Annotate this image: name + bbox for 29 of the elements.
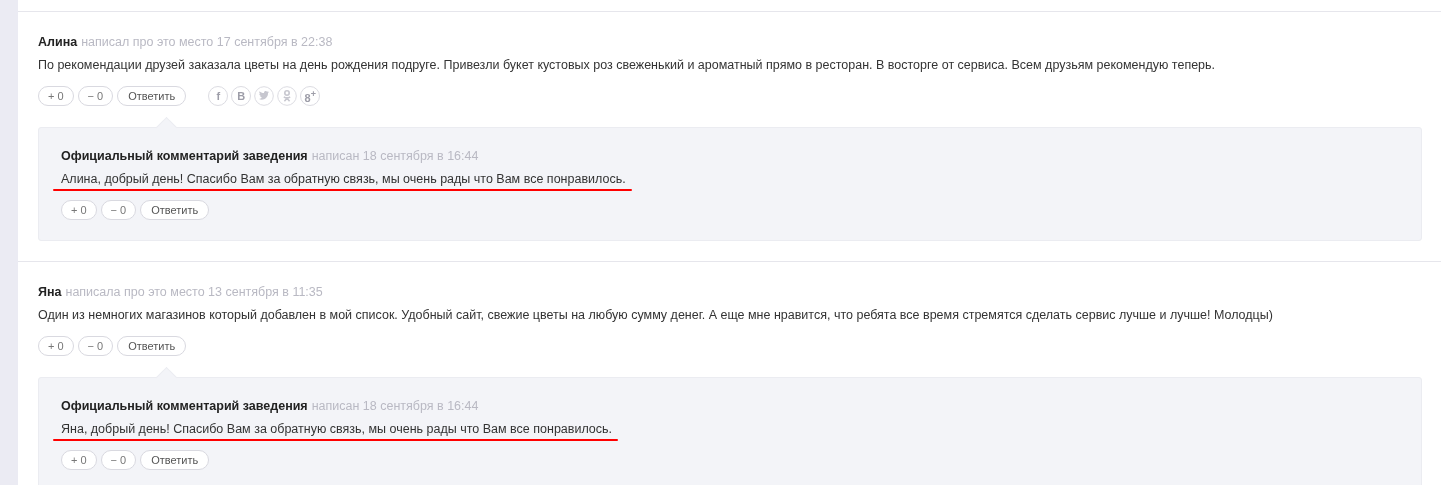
author-name: Алина xyxy=(38,35,78,49)
downvote-button[interactable]: − 0 xyxy=(77,336,114,356)
review-text: Один из немногих магазинов который добавлен в мой список. Удобный сайт, свежие цветы на любую сумму денег. А еще мне нравится, что ребята все время стремятся сделать сервис лучше и лучше! Молодцы) xyxy=(38,307,1274,324)
reply-author: Официальный комментарий заведения xyxy=(61,149,308,163)
reply-date: написан 18 сентября в 16:44 xyxy=(311,149,479,163)
review-text: По рекомендации друзей заказала цветы на день рождения подруге. Привезли букет кустовых роз свеженький и ароматный прямо в ресторан. В восторге от сервиса. Всем друзьям рекомендую теперь. xyxy=(38,57,1217,74)
reply-text: Яна, добрый день! Спасибо Вам за обратную связь, мы очень рады что Вам все понравилось. xyxy=(61,421,614,438)
upvote-button[interactable]: + 0 xyxy=(38,336,74,356)
share-button[interactable]: f xyxy=(208,86,229,106)
reply-text: Алина, добрый день! Спасибо Вам за обратную связь, мы очень рады что Вам все понравилось. xyxy=(61,171,627,188)
author-name: Яна xyxy=(38,285,62,299)
downvote-button[interactable]: − 0 xyxy=(100,450,137,470)
reply-button[interactable]: Ответить xyxy=(140,200,210,220)
upvote-button[interactable]: + 0 xyxy=(61,200,97,220)
reply-author: Официальный комментарий заведения xyxy=(61,399,308,413)
upvote-button[interactable]: + 0 xyxy=(61,450,97,470)
person-icon[interactable] xyxy=(277,86,298,106)
upvote-button[interactable]: + 0 xyxy=(38,86,74,106)
review-date: написал про это место 17 сентября в 22:38 xyxy=(81,35,333,49)
reply-button[interactable]: Ответить xyxy=(117,86,187,106)
share-button[interactable]: 8$^{+}$ xyxy=(300,86,321,106)
share-button[interactable]: B xyxy=(231,86,252,106)
reply-button[interactable]: Ответить xyxy=(117,336,187,356)
reply-date: написан 18 сентября в 16:44 xyxy=(311,399,479,413)
review-date: написала про это место 13 сентября в 11:35 xyxy=(65,285,323,299)
downvote-button[interactable]: − 0 xyxy=(100,200,137,220)
bird-icon[interactable] xyxy=(254,86,275,106)
downvote-button[interactable]: − 0 xyxy=(77,86,114,106)
reply-button[interactable]: Ответить xyxy=(140,450,210,470)
